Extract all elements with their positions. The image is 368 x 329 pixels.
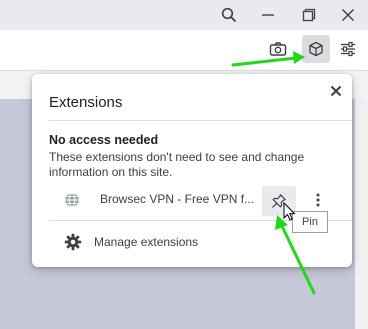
close-window-icon[interactable] <box>333 0 363 30</box>
browser-toolbar <box>0 30 368 71</box>
search-icon[interactable] <box>214 0 244 30</box>
cube-icon <box>309 41 323 57</box>
popup-divider <box>49 120 352 121</box>
minimize-icon[interactable] <box>253 0 283 30</box>
pin-tooltip: Pin <box>292 211 328 233</box>
globe-icon <box>65 192 79 208</box>
restore-icon[interactable] <box>294 0 324 30</box>
extension-name: Browsec VPN - Free VPN f... <box>100 192 255 206</box>
popup-title: Extensions <box>49 94 123 111</box>
extensions-cube-button[interactable] <box>302 35 330 63</box>
pin-button[interactable] <box>262 186 296 216</box>
section-description: These extensions don't need to see and c… <box>49 150 305 179</box>
page-scrollbar[interactable] <box>355 99 368 329</box>
window-titlebar <box>0 0 368 30</box>
camera-icon[interactable] <box>264 35 292 63</box>
close-icon[interactable] <box>325 80 347 102</box>
settings-sliders-icon[interactable] <box>334 35 362 63</box>
section-heading: No access needed <box>49 133 159 147</box>
extensions-popup: Extensions No access needed These extens… <box>32 74 352 267</box>
more-options-icon[interactable] <box>308 190 328 210</box>
manage-extensions-label: Manage extensions <box>94 235 199 249</box>
tooltip-text: Pin <box>302 216 318 228</box>
gear-icon <box>64 233 82 251</box>
pin-icon <box>272 194 286 208</box>
